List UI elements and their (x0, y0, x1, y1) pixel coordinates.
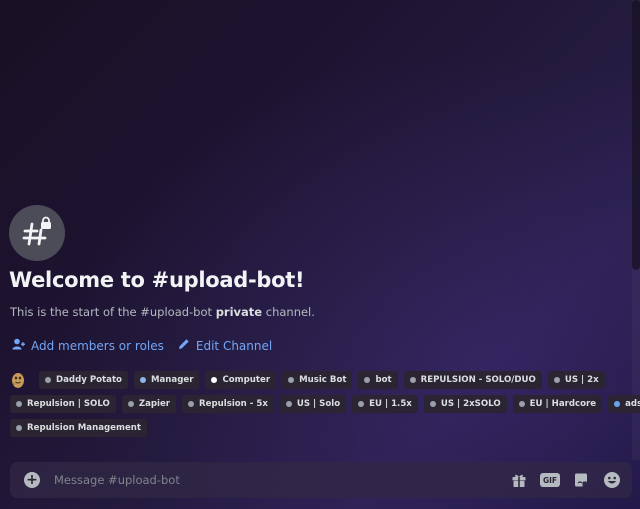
role-label: US | 2xSOLO (440, 399, 501, 409)
welcome-title: Welcome to #upload-bot! (9, 268, 305, 292)
role-chip[interactable]: US | 2x (547, 371, 605, 389)
role-color-dot (364, 377, 371, 383)
role-label: US | Solo (296, 399, 341, 409)
role-label: Music Bot (299, 375, 347, 385)
scrollbar-thumb[interactable] (632, 0, 640, 270)
role-label: Daddy Potato (56, 375, 122, 385)
role-color-dot (211, 377, 218, 383)
role-label: Repulsion Management (27, 423, 141, 433)
role-chip[interactable]: US | Solo (279, 395, 347, 413)
hashtag-lock-icon (9, 205, 65, 261)
welcome-sub-suffix: channel. (262, 305, 315, 319)
edit-channel-button[interactable]: Edit Channel (178, 338, 272, 353)
person-add-icon (12, 338, 25, 353)
welcome-subtitle: This is the start of the #upload-bot pri… (10, 305, 315, 319)
role-label: Manager (150, 375, 194, 385)
pencil-icon (178, 338, 190, 353)
role-chip[interactable]: Computer (205, 371, 277, 389)
message-composer: + GIF (10, 462, 632, 498)
role-color-dot (614, 401, 621, 407)
role-color-dot (16, 425, 22, 431)
emoji-icon[interactable] (601, 469, 623, 491)
add-members-label: Add members or roles (31, 338, 164, 353)
role-label: Computer (222, 375, 271, 385)
role-label: Repulsion | SOLO (27, 399, 110, 409)
role-chip[interactable]: ads role (608, 395, 640, 413)
role-chip[interactable]: US | 2xSOLO (423, 395, 507, 413)
role-label: EU | 1.5x (369, 399, 412, 409)
role-chip[interactable]: bot (358, 371, 398, 389)
role-chip[interactable]: Music Bot (282, 371, 353, 389)
role-label: Zapier (138, 399, 171, 409)
role-label: bot (375, 375, 392, 385)
role-chip[interactable]: Repulsion Management (10, 419, 147, 437)
role-row: Daddy Potato Manager Computer Music Bot … (10, 371, 610, 389)
role-chip[interactable]: EU | 1.5x (352, 395, 418, 413)
scrollbar-track[interactable] (632, 0, 640, 460)
role-chip[interactable]: EU | Hardcore (512, 395, 603, 413)
role-label: US | 2x (564, 375, 599, 385)
message-input[interactable] (54, 473, 508, 487)
role-label: Repulsion - 5x (199, 399, 268, 409)
gift-icon[interactable] (508, 469, 530, 491)
sticker-icon[interactable] (570, 469, 592, 491)
role-chip[interactable]: Daddy Potato (39, 371, 128, 389)
role-color-dot (127, 401, 134, 407)
role-chip[interactable]: Repulsion | SOLO (10, 395, 116, 413)
role-color-dot (288, 377, 295, 383)
role-color-dot (45, 377, 51, 383)
role-color-dot (188, 401, 195, 407)
welcome-sub-bold: private (215, 305, 263, 319)
role-color-dot (409, 377, 416, 383)
role-chip[interactable]: REPULSION - SOLO/DUO (403, 371, 542, 389)
role-list: Daddy Potato Manager Computer Music Bot … (10, 371, 640, 443)
role-row: Repulsion Management (10, 419, 610, 437)
role-row: Repulsion | SOLO Zapier Repulsion - 5x U… (10, 395, 640, 413)
channel-actions: Add members or roles Edit Channel (12, 338, 272, 353)
role-color-dot (553, 377, 560, 383)
gif-label: GIF (540, 473, 560, 487)
role-chip[interactable]: Manager (133, 371, 200, 389)
role-label: ads role (625, 399, 640, 409)
role-color-dot (518, 401, 525, 407)
plus-circle-icon[interactable]: + (24, 472, 40, 488)
welcome-sub-prefix: This is the start of the #upload-bot (10, 305, 216, 319)
role-chip[interactable]: Repulsion - 5x (182, 395, 274, 413)
role-color-dot (139, 377, 146, 383)
edit-channel-label: Edit Channel (195, 338, 273, 353)
role-chip[interactable]: Zapier (121, 395, 177, 413)
role-label: EU | Hardcore (529, 399, 597, 409)
role-label: REPULSION - SOLO/DUO (420, 375, 536, 385)
role-color-dot (285, 401, 292, 407)
add-members-button[interactable]: Add members or roles (12, 338, 164, 353)
role-color-dot (429, 401, 436, 407)
role-color-dot (358, 401, 365, 407)
role-color-dot (16, 401, 22, 407)
gif-icon[interactable]: GIF (539, 469, 561, 491)
